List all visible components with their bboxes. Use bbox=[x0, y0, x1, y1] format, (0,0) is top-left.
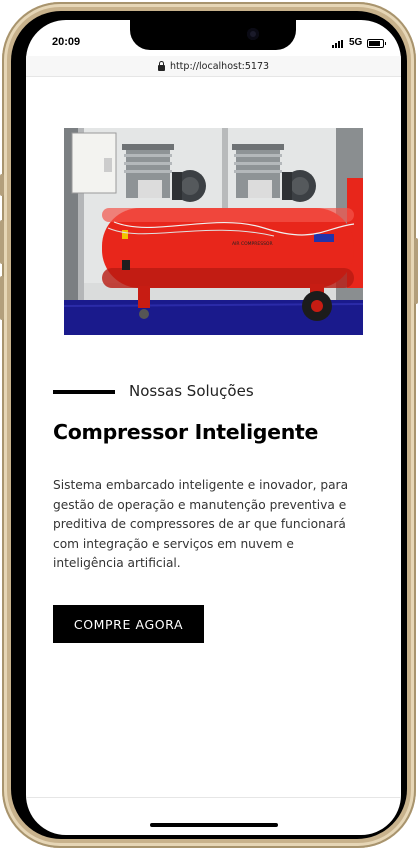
battery-icon bbox=[367, 39, 386, 48]
air-tank: AIR COMPRESSOR bbox=[102, 208, 354, 288]
volume-up-button bbox=[0, 220, 4, 264]
phone-screen: 20:09 5G http://localhost:5173 AIR COMPR… bbox=[26, 20, 401, 835]
camera-icon bbox=[247, 28, 259, 40]
hero-image: AIR COMPRESSOR bbox=[64, 128, 363, 335]
bottom-divider bbox=[26, 797, 401, 798]
lock-icon bbox=[157, 60, 165, 71]
side-button bbox=[0, 174, 4, 196]
page-title: Compressor Inteligente bbox=[53, 420, 319, 444]
network-type: 5G bbox=[349, 37, 363, 48]
url-text: http://localhost:5173 bbox=[169, 60, 270, 72]
buy-now-button[interactable]: COMPRE AGORA bbox=[53, 605, 204, 643]
address-bar[interactable]: http://localhost:5173 bbox=[26, 56, 401, 76]
status-time: 20:09 bbox=[52, 36, 81, 48]
section-accent-line bbox=[53, 390, 115, 394]
svg-text:AIR COMPRESSOR: AIR COMPRESSOR bbox=[232, 241, 273, 247]
volume-down-button bbox=[0, 276, 4, 320]
home-indicator[interactable] bbox=[150, 823, 278, 827]
power-button bbox=[414, 238, 418, 304]
section-label: Nossas Soluções bbox=[129, 382, 254, 400]
phone-frame: 20:09 5G http://localhost:5173 AIR COMPR… bbox=[0, 2, 418, 848]
address-bar-divider bbox=[26, 76, 401, 77]
signal-icon bbox=[332, 40, 346, 48]
section-description: Sistema embarcado inteligente e inovador… bbox=[53, 478, 349, 570]
notch bbox=[130, 20, 296, 50]
